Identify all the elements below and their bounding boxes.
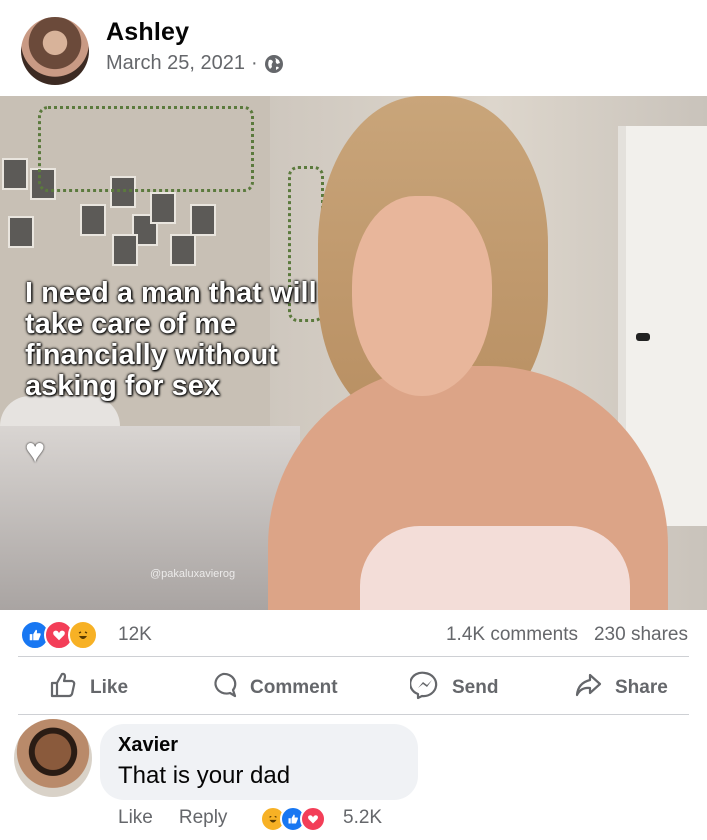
person-face bbox=[352, 196, 492, 396]
reaction-count[interactable]: 12K bbox=[118, 624, 152, 646]
love-icon bbox=[300, 806, 326, 832]
watermark: @pakaluxavierog bbox=[150, 568, 236, 580]
commenter-avatar[interactable] bbox=[14, 719, 92, 797]
door-knob bbox=[636, 333, 650, 341]
send-label: Send bbox=[452, 677, 499, 698]
comments-count[interactable]: 1.4K comments bbox=[446, 624, 578, 646]
comment-text: That is your dad bbox=[118, 762, 291, 789]
reaction-icons[interactable] bbox=[20, 620, 98, 650]
share-arrow-icon bbox=[573, 670, 603, 706]
share-label: Share bbox=[615, 677, 668, 698]
comment-actions: Like Reply bbox=[118, 807, 227, 829]
post-meta: March 25, 2021 · bbox=[106, 52, 284, 75]
ivy-garland bbox=[38, 106, 254, 192]
post-actions: Like Comment Send Share bbox=[0, 658, 707, 714]
meta-separator: · bbox=[250, 52, 258, 74]
divider bbox=[18, 714, 689, 715]
like-button[interactable]: Like bbox=[48, 670, 128, 706]
like-label: Like bbox=[90, 677, 129, 698]
divider bbox=[18, 656, 689, 657]
share-button[interactable]: Share bbox=[573, 670, 668, 706]
comment-reaction-icons[interactable] bbox=[260, 806, 326, 832]
thumbs-up-icon bbox=[48, 670, 78, 706]
commenter-name[interactable]: Xavier bbox=[118, 734, 178, 757]
comment-like-button[interactable]: Like bbox=[118, 807, 153, 829]
comment-bubble-icon bbox=[208, 670, 238, 706]
shares-count[interactable]: 230 shares bbox=[594, 624, 688, 646]
image-caption: I need a man that will take care of me f… bbox=[25, 277, 317, 402]
engagement-counts: 1.4K comments 230 shares bbox=[446, 624, 688, 646]
author-avatar[interactable] bbox=[21, 17, 89, 85]
globe-icon[interactable] bbox=[264, 54, 284, 74]
comment-label: Comment bbox=[250, 677, 338, 698]
post-photo[interactable]: I need a man that will take care of me f… bbox=[0, 96, 707, 610]
send-button[interactable]: Send bbox=[409, 670, 499, 706]
comment-button[interactable]: Comment bbox=[208, 670, 338, 706]
post-date[interactable]: March 25, 2021 bbox=[106, 52, 245, 75]
haha-icon bbox=[68, 620, 98, 650]
comment-reply-button[interactable]: Reply bbox=[179, 807, 228, 829]
comment-reaction-count[interactable]: 5.2K bbox=[343, 807, 382, 829]
heart-icon: ♥ bbox=[25, 432, 46, 470]
post-header: Ashley March 25, 2021 · bbox=[0, 0, 707, 96]
author-name[interactable]: Ashley bbox=[106, 18, 189, 47]
messenger-icon bbox=[409, 670, 440, 706]
reaction-stats: 12K 1.4K comments 230 shares bbox=[0, 610, 707, 656]
floral-top bbox=[360, 526, 630, 610]
